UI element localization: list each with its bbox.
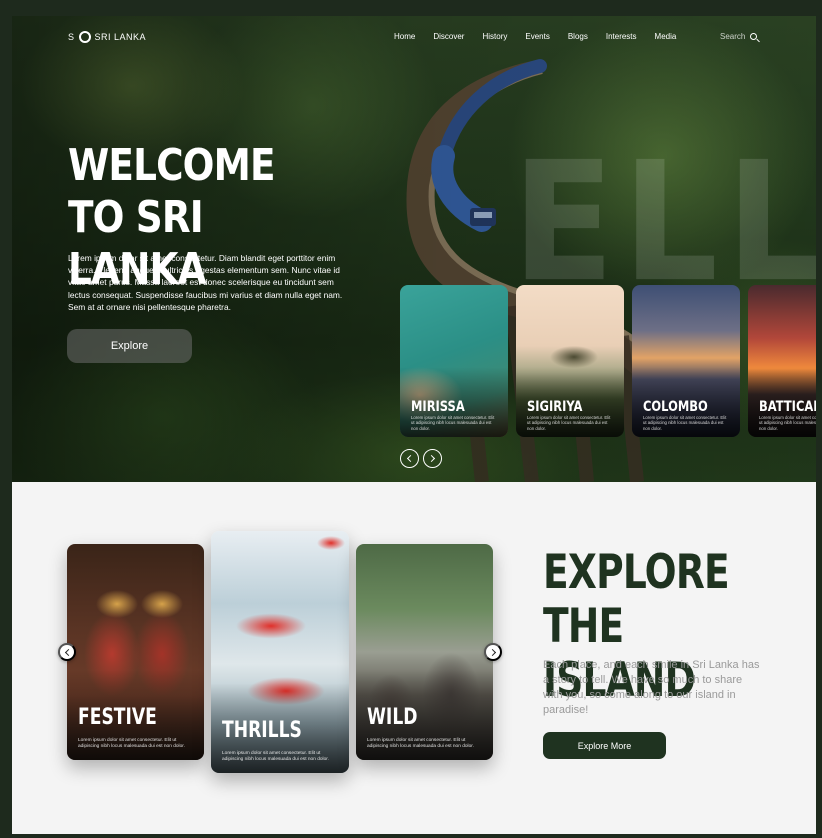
hero-section: ELLA S SRI LANKA Home Discover History E…	[12, 16, 816, 482]
nav-link-blogs[interactable]: Blogs	[568, 32, 588, 41]
category-card-thrills[interactable]: THRILLS Lorem ipsum dolor sit amet conse…	[211, 531, 349, 773]
destination-card-batticaloa[interactable]: BATTICALO Lorem ipsum dolor sit amet con…	[748, 285, 816, 437]
category-name: WILD	[367, 705, 418, 730]
category-next-button[interactable]	[484, 643, 502, 661]
destination-description: Lorem ipsum dolor sit amet consectetur. …	[411, 414, 495, 431]
nav-link-events[interactable]: Events	[525, 32, 549, 41]
nav-link-interests[interactable]: Interests	[606, 32, 637, 41]
chevron-right-icon	[427, 454, 436, 463]
destination-name: SIGIRIYA	[527, 399, 583, 415]
logo-ring-icon	[78, 31, 91, 43]
logo-prefix: S	[68, 32, 75, 42]
category-prev-button[interactable]	[58, 643, 76, 661]
category-card-festive[interactable]: FESTIVE Lorem ipsum dolor sit amet conse…	[67, 544, 204, 760]
nav-links: Home Discover History Events Blogs Inter…	[394, 32, 694, 41]
nav-link-discover[interactable]: Discover	[433, 32, 464, 41]
destination-description: Lorem ipsum dolor sit amet consectetur. …	[643, 414, 727, 431]
destination-name: MIRISSA	[411, 399, 465, 415]
nav-link-history[interactable]: History	[482, 32, 507, 41]
destination-name: BATTICALO	[759, 399, 816, 415]
search-input[interactable]: Search	[720, 32, 758, 41]
chevron-right-icon	[488, 648, 496, 656]
explore-description: Each place, and each smile in Sri Lanka …	[543, 659, 760, 716]
category-description: Lorem ipsum dolor sit amet consectetur. …	[367, 738, 474, 749]
category-description: Lorem ipsum dolor sit amet consectetur. …	[222, 751, 329, 762]
destination-card-mirissa[interactable]: MIRISSA Lorem ipsum dolor sit amet conse…	[400, 285, 508, 437]
logo-text: SRI LANKA	[94, 32, 147, 42]
hero-title-line1: WELCOME	[68, 140, 276, 191]
chevron-left-icon	[64, 648, 72, 656]
destination-card-colombo[interactable]: COLOMBO Lorem ipsum dolor sit amet conse…	[632, 285, 740, 437]
category-description: Lorem ipsum dolor sit amet consectetur. …	[78, 738, 185, 749]
search-label: Search	[720, 32, 746, 41]
top-nav: S SRI LANKA Home Discover History Events…	[12, 16, 816, 60]
explore-section: FESTIVE Lorem ipsum dolor sit amet conse…	[12, 482, 816, 834]
category-card-wild[interactable]: WILD Lorem ipsum dolor sit amet consecte…	[356, 544, 493, 760]
destination-name: COLOMBO	[643, 399, 708, 415]
nav-link-media[interactable]: Media	[655, 32, 677, 41]
site-logo[interactable]: S SRI LANKA	[68, 31, 146, 43]
carousel-prev-button[interactable]	[400, 449, 419, 468]
destination-card-sigiriya[interactable]: SIGIRIYA Lorem ipsum dolor sit amet cons…	[516, 285, 624, 437]
carousel-next-button[interactable]	[423, 449, 442, 468]
category-name: THRILLS	[222, 718, 302, 743]
explore-title-line1: EXPLORE	[543, 545, 730, 600]
hero-description: Lorem ipsum dolor sit amet consectetur. …	[68, 253, 343, 312]
search-icon[interactable]	[750, 33, 758, 40]
category-name: FESTIVE	[78, 705, 157, 730]
destination-description: Lorem ipsum dolor sit amet consectetur. …	[759, 414, 816, 431]
chevron-left-icon	[406, 454, 415, 463]
explore-button[interactable]: Explore	[67, 329, 192, 363]
nav-link-home[interactable]: Home	[394, 32, 415, 41]
explore-more-button[interactable]: Explore More	[543, 732, 666, 759]
destination-description: Lorem ipsum dolor sit amet consectetur. …	[527, 414, 611, 431]
